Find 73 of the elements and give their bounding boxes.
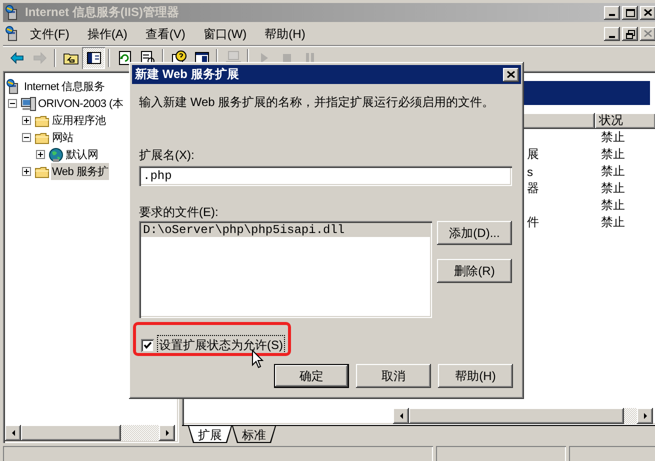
- cancel-button[interactable]: 取消: [356, 364, 431, 388]
- scroll-left-button[interactable]: [393, 408, 409, 424]
- menu-item[interactable]: 窗口(W): [194, 24, 256, 44]
- tree-item[interactable]: Internet 信息服务: [23, 78, 106, 95]
- scroll-thumb[interactable]: [409, 408, 624, 424]
- tree-pane-icon: [86, 50, 102, 66]
- file-item[interactable]: D:\oServer\php\php5isapi.dll: [141, 223, 430, 237]
- horizontal-scrollbar[interactable]: [393, 408, 653, 424]
- globe-icon: [48, 146, 64, 162]
- dialog-title: 新建 Web 服务扩展: [135, 66, 240, 83]
- file-list[interactable]: D:\oServer\php\php5isapi.dll: [139, 221, 432, 318]
- expand-box-icon[interactable]: [22, 167, 31, 176]
- toolbar-button[interactable]: [82, 46, 105, 68]
- scroll-left-button[interactable]: [5, 425, 21, 441]
- back-arrow-icon: [8, 50, 24, 66]
- status-text: 禁止: [600, 214, 625, 231]
- checkbox[interactable]: [141, 338, 154, 352]
- tree-item[interactable]: ORIVON-2003 (本: [37, 95, 124, 112]
- status-text: 禁止: [600, 197, 625, 214]
- close-icon: [644, 30, 652, 38]
- menu-item[interactable]: 帮助(H): [256, 24, 314, 44]
- tree-item[interactable]: 网站: [51, 129, 74, 146]
- status-text: 禁止: [600, 129, 625, 146]
- horizontal-scrollbar[interactable]: [5, 425, 175, 441]
- computer-icon: [20, 96, 36, 112]
- extension-name: s: [527, 164, 533, 178]
- instruction-text: 输入新建 Web 服务扩展的名称，并指定扩展运行必须启用的文件。: [139, 94, 496, 111]
- scroll-thumb[interactable]: [21, 425, 121, 441]
- close-button[interactable]: [640, 27, 655, 41]
- menu-item[interactable]: 操作(A): [78, 24, 136, 44]
- add-button[interactable]: 添加(D)...: [437, 221, 512, 245]
- restore-icon: [626, 30, 634, 38]
- expand-box-icon[interactable]: [22, 116, 31, 125]
- ok-button[interactable]: 确定: [274, 364, 349, 388]
- collapse-box-icon[interactable]: [8, 99, 17, 108]
- close-button[interactable]: [640, 6, 655, 20]
- field-label: 扩展名(X):: [139, 147, 196, 162]
- extension-name: 件: [527, 215, 539, 229]
- tree-item[interactable]: 默认网: [65, 146, 100, 163]
- extension-name: 展: [527, 147, 539, 161]
- menu-item[interactable]: 查看(V): [136, 24, 194, 44]
- cursor-icon: [252, 350, 264, 370]
- close-button[interactable]: [503, 68, 519, 82]
- close-icon: [507, 71, 515, 78]
- minimize-icon: [609, 36, 615, 38]
- extension-name: 器: [527, 181, 539, 195]
- tree-item[interactable]: 应用程序池: [51, 112, 107, 129]
- tree-item[interactable]: Web 服务扩: [51, 163, 110, 180]
- remove-button[interactable]: 删除(R): [437, 259, 512, 283]
- status-text: 禁止: [600, 146, 625, 163]
- view-tab[interactable]: 标准: [232, 426, 276, 443]
- forward-arrow-icon: [32, 50, 48, 66]
- collapse-box-icon[interactable]: [22, 133, 31, 142]
- minimize-icon: [609, 14, 615, 16]
- input-field[interactable]: .php: [139, 166, 512, 186]
- status-text: 禁止: [600, 180, 625, 197]
- view-tab[interactable]: 扩展: [188, 426, 232, 443]
- restore-button[interactable]: [622, 27, 638, 41]
- maximize-icon: [626, 8, 634, 16]
- scroll-right-button[interactable]: [159, 425, 175, 441]
- help-button[interactable]: 帮助(H): [438, 364, 513, 388]
- refresh-icon: [116, 50, 132, 66]
- expand-box-icon[interactable]: [36, 150, 45, 159]
- menu-item[interactable]: 文件(F): [21, 24, 78, 44]
- close-icon: [644, 8, 652, 16]
- column-header[interactable]: 状况: [595, 113, 655, 129]
- minimize-button[interactable]: [604, 6, 620, 20]
- status-text: 禁止: [600, 163, 625, 180]
- field-label: 要求的文件(E):: [139, 204, 220, 218]
- maximize-button[interactable]: [622, 6, 638, 20]
- minimize-button[interactable]: [604, 27, 620, 41]
- window-title: Internet 信息服务(IIS)管理器: [25, 4, 180, 21]
- scroll-right-button[interactable]: [637, 408, 653, 424]
